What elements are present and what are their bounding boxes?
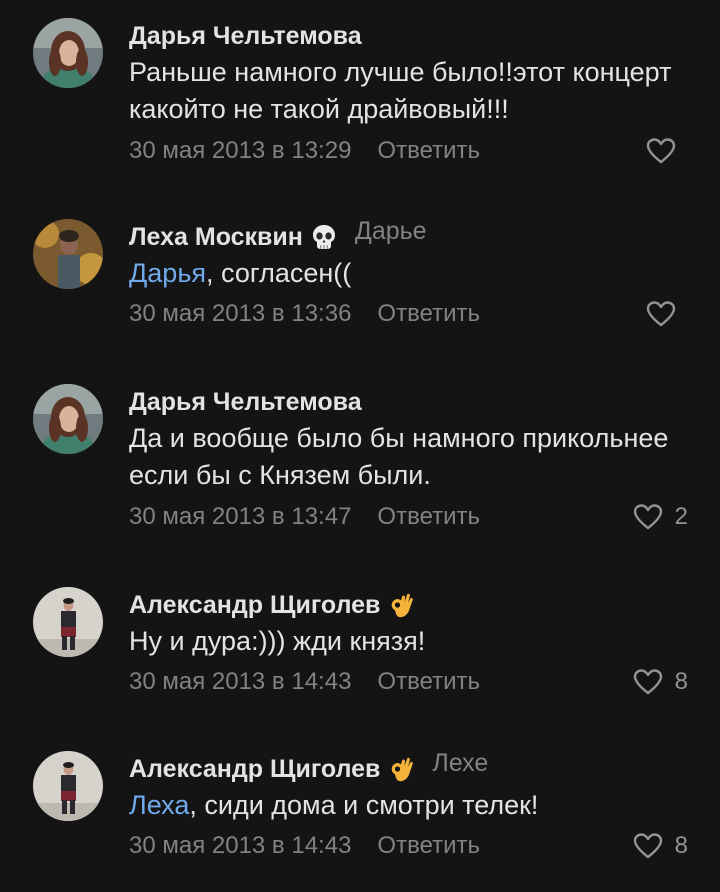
author-name[interactable]: Дарья Чельтемова <box>129 388 362 417</box>
like-count: 2 <box>674 503 688 530</box>
reply-button[interactable]: Ответить <box>377 503 480 531</box>
like-button[interactable] <box>646 299 688 329</box>
comment-meta: 30 мая 2013 в 13:47 Ответить <box>129 502 480 532</box>
comment-text: Леха, сиди дома и смотри телек! <box>129 787 699 824</box>
author-line: Дарья Чельтемова <box>129 18 362 54</box>
avatar[interactable] <box>33 384 103 454</box>
author-name[interactable]: Александр Щиголев <box>129 755 380 784</box>
mention-link[interactable]: Леха <box>129 790 189 820</box>
comment-date[interactable]: 30 мая 2013 в 13:47 <box>129 503 351 531</box>
reply-button[interactable]: Ответить <box>377 668 480 696</box>
comment-meta: 30 мая 2013 в 13:29 Ответить <box>129 136 480 166</box>
author-line: Леха Москвин Дарье <box>129 217 427 255</box>
ok-hand-emoji-icon <box>386 590 416 620</box>
reply-to-label[interactable]: Лехе <box>432 749 488 778</box>
heart-icon <box>633 832 663 860</box>
comment-body: Да и вообще было бы намного прикольнее е… <box>129 423 669 490</box>
ok-hand-emoji-icon <box>386 754 416 784</box>
like-count: 8 <box>674 832 688 859</box>
like-button[interactable]: 8 <box>633 831 688 861</box>
avatar[interactable] <box>33 751 103 821</box>
comment-date[interactable]: 30 мая 2013 в 14:43 <box>129 668 351 696</box>
author-line: Александр Щиголев <box>129 587 416 623</box>
like-count: 8 <box>674 668 688 695</box>
author-line: Дарья Чельтемова <box>129 384 362 420</box>
comment-date[interactable]: 30 мая 2013 в 13:29 <box>129 137 351 165</box>
reply-button[interactable]: Ответить <box>377 137 480 165</box>
comment-date[interactable]: 30 мая 2013 в 14:43 <box>129 832 351 860</box>
heart-icon <box>646 300 676 328</box>
reply-to-label[interactable]: Дарье <box>355 217 427 246</box>
comment-text: Дарья, согласен(( <box>129 255 699 292</box>
comment-text: Раньше намного лучше было!!этот концерт … <box>129 54 699 128</box>
avatar[interactable] <box>33 18 103 88</box>
like-button[interactable]: 8 <box>633 667 688 697</box>
comment-body: , сиди дома и смотри телек! <box>189 790 539 820</box>
avatar[interactable] <box>33 219 103 289</box>
comment-text: Ну и дура:))) жди князя! <box>129 623 699 660</box>
reply-button[interactable]: Ответить <box>377 300 480 328</box>
heart-icon <box>646 137 676 165</box>
mention-link[interactable]: Дарья <box>129 258 206 288</box>
comment-meta: 30 мая 2013 в 13:36 Ответить <box>129 299 480 329</box>
comment-body: , согласен(( <box>206 258 352 288</box>
like-button[interactable]: 2 <box>633 502 688 532</box>
heart-icon <box>633 503 663 531</box>
comment-meta: 30 мая 2013 в 14:43 Ответить <box>129 667 480 697</box>
author-name[interactable]: Александр Щиголев <box>129 591 380 620</box>
comment-meta: 30 мая 2013 в 14:43 Ответить <box>129 831 480 861</box>
comment-body: Раньше намного лучше было!!этот концерт … <box>129 57 672 124</box>
reply-button[interactable]: Ответить <box>377 832 480 860</box>
like-button[interactable] <box>646 136 688 166</box>
comment-date[interactable]: 30 мая 2013 в 13:36 <box>129 300 351 328</box>
comment-body: Ну и дура:))) жди князя! <box>129 626 426 656</box>
author-line: Александр Щиголев Лехе <box>129 749 488 787</box>
author-name[interactable]: Дарья Чельтемова <box>129 22 362 51</box>
heart-icon <box>633 668 663 696</box>
author-name[interactable]: Леха Москвин <box>129 223 303 252</box>
skull-emoji-icon <box>309 222 339 252</box>
comment-text: Да и вообще было бы намного прикольнее е… <box>129 420 699 494</box>
avatar[interactable] <box>33 587 103 657</box>
